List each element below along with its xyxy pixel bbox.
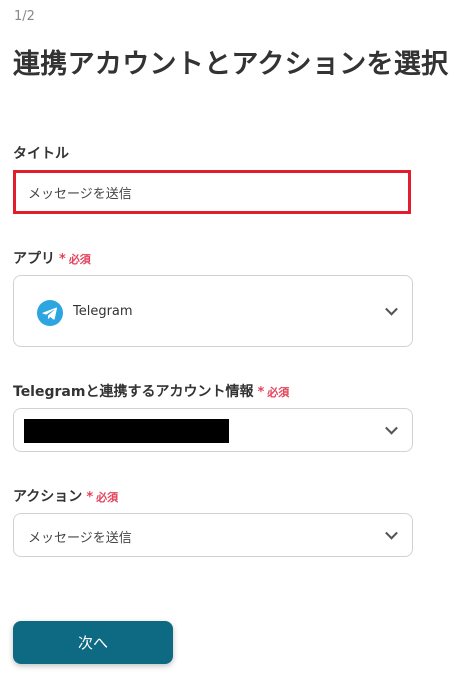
chevron-down-icon: [385, 421, 398, 435]
title-input[interactable]: [13, 170, 411, 214]
action-select[interactable]: メッセージを送信: [13, 513, 413, 557]
chevron-down-icon: [385, 526, 398, 540]
app-label: アプリ * 必須: [13, 248, 91, 268]
account-label: Telegramと連携するアカウント情報 * 必須: [13, 381, 289, 401]
page-title: 連携アカウントとアクションを選択: [13, 49, 449, 80]
asterisk-icon: *: [257, 385, 265, 400]
action-label: アクション * 必須: [13, 486, 118, 506]
title-label-text: タイトル: [13, 146, 69, 162]
required-text: 必須: [267, 386, 290, 399]
step-indicator: 1/2: [14, 9, 35, 24]
chevron-down-icon: [385, 302, 398, 316]
selected-app-name: Telegram: [73, 304, 133, 319]
account-select[interactable]: [13, 408, 413, 452]
account-label-text: Telegramと連携するアカウント情報: [13, 384, 254, 400]
required-text: 必須: [68, 253, 91, 266]
selected-action: メッセージを送信: [28, 531, 132, 546]
app-label-text: アプリ: [13, 251, 55, 267]
asterisk-icon: *: [59, 252, 66, 267]
required-text: 必須: [96, 491, 119, 504]
telegram-icon: [37, 300, 63, 326]
required-badge: * 必須: [59, 252, 91, 267]
title-label: タイトル: [13, 143, 69, 163]
action-label-text: アクション: [13, 489, 83, 505]
required-badge: * 必須: [86, 490, 119, 505]
page: 1/2 連携アカウントとアクションを選択 タイトル アプリ*必須 Telegra…: [0, 0, 476, 677]
asterisk-icon: *: [86, 490, 94, 505]
redacted-account-value: [24, 419, 229, 443]
required-badge: * 必須: [257, 385, 290, 400]
next-button[interactable]: 次へ: [13, 621, 173, 664]
app-select[interactable]: Telegram: [13, 275, 413, 347]
